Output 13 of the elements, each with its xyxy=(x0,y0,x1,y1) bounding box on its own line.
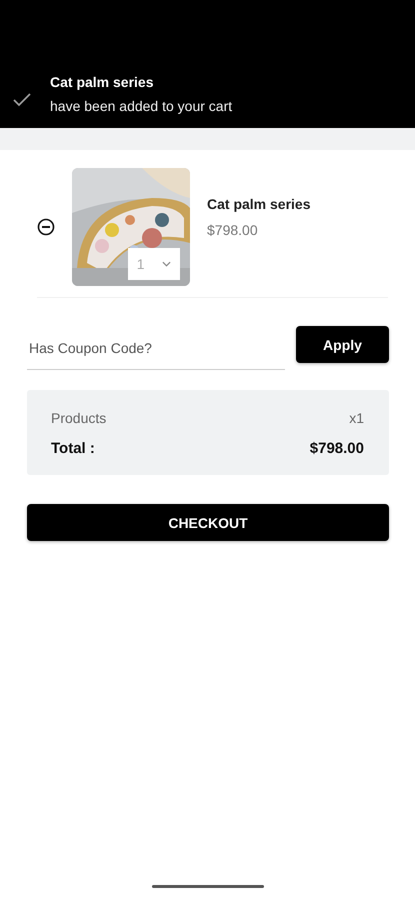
apply-button[interactable]: Apply xyxy=(296,326,389,363)
remove-icon[interactable] xyxy=(37,218,55,236)
checkout-button[interactable]: CHECKOUT xyxy=(27,504,389,541)
check-icon xyxy=(12,92,32,108)
chevron-icon xyxy=(162,261,172,267)
product-price: $798.00 xyxy=(207,222,259,238)
total-value: $798.00 xyxy=(310,440,364,457)
toast-title: Cat palm series xyxy=(50,74,154,90)
products-count: x1 xyxy=(349,410,364,426)
products-label: Products xyxy=(51,410,106,426)
product-name: Cat palm series xyxy=(207,196,310,212)
total-label: Total : xyxy=(51,440,95,457)
toast-message: have been added to your cart xyxy=(50,98,232,114)
